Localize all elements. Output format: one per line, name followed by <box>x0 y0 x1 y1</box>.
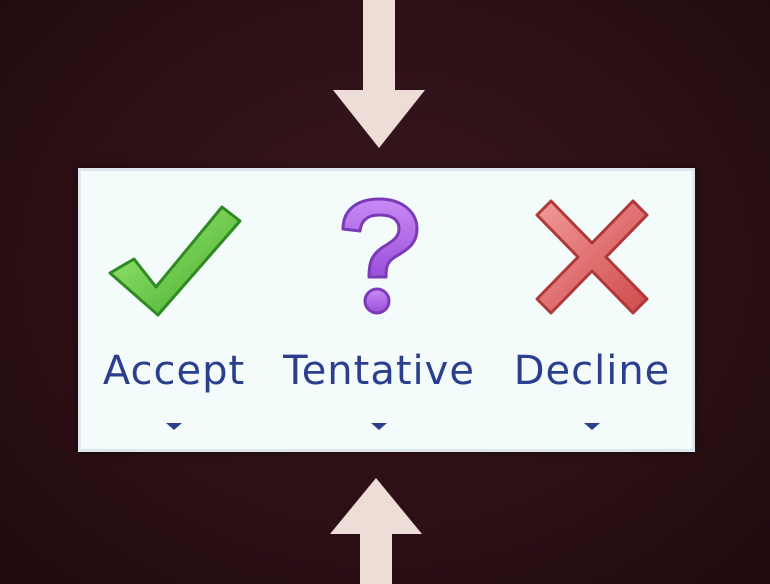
accept-button[interactable]: Accept <box>85 171 263 449</box>
up-arrow-icon <box>330 478 422 584</box>
question-mark-icon <box>341 197 419 315</box>
x-mark-icon <box>535 199 649 315</box>
accept-label: Accept <box>102 348 246 394</box>
down-arrow-icon <box>333 0 425 148</box>
tentative-label: Tentative <box>283 348 475 394</box>
checkmark-icon <box>108 205 242 317</box>
tentative-button[interactable]: Tentative <box>271 171 487 449</box>
decline-button[interactable]: Decline <box>497 171 687 449</box>
meeting-response-ribbon: Accept Tentative Decline <box>78 168 695 452</box>
decline-label: Decline <box>513 348 671 394</box>
accept-dropdown-caret-icon[interactable] <box>166 423 182 430</box>
decline-dropdown-caret-icon[interactable] <box>584 423 600 430</box>
tentative-dropdown-caret-icon[interactable] <box>371 423 387 430</box>
